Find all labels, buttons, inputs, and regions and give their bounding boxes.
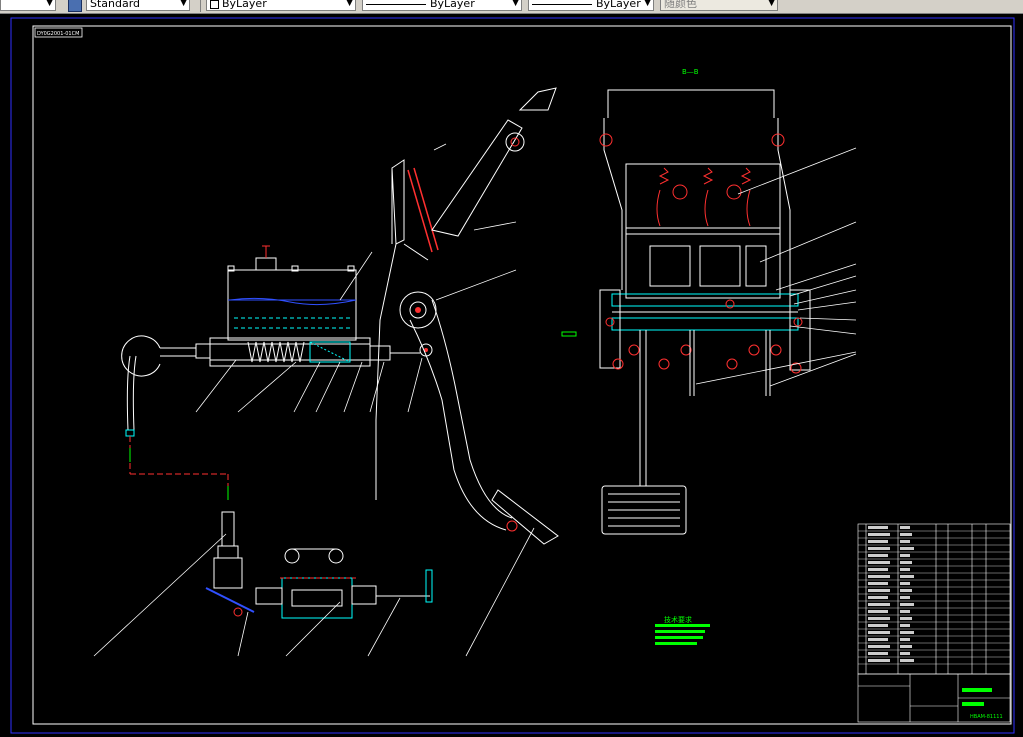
lineweight-sample bbox=[532, 3, 592, 5]
chevron-down-icon: ▼ bbox=[180, 0, 187, 8]
linetype-dropdown[interactable]: ByLayer ▼ bbox=[362, 0, 522, 11]
clutch-pedal bbox=[375, 87, 559, 545]
color-dropdown[interactable]: ByLayer ▼ bbox=[206, 0, 356, 11]
color-value: ByLayer bbox=[222, 0, 267, 10]
drawing-number: HBAM-81111 bbox=[970, 714, 1003, 720]
text-style-value: Standard bbox=[90, 0, 141, 10]
chevron-down-icon: ▼ bbox=[512, 0, 519, 8]
tech-req-title: 技术要求 bbox=[664, 615, 692, 624]
text-style-dropdown[interactable]: Standard ▼ bbox=[86, 0, 190, 11]
inner-frame bbox=[32, 25, 1012, 725]
outer-frame bbox=[10, 17, 1015, 734]
plot-style-dropdown[interactable]: 随颜色 ▼ bbox=[660, 0, 778, 11]
section-marker bbox=[561, 331, 577, 337]
leader-lines bbox=[93, 143, 857, 657]
text-style-arrow[interactable]: ▼ bbox=[0, 0, 56, 11]
title-tag-text: DY0G2001-01CM bbox=[37, 31, 79, 37]
properties-toolbar: ▼ Standard ▼ ByLayer ▼ ByLayer ▼ ByLayer… bbox=[0, 0, 1023, 14]
lineweight-dropdown[interactable]: ByLayer ▼ bbox=[528, 0, 654, 11]
toolbar-separator bbox=[200, 0, 201, 12]
hydraulic-line bbox=[129, 436, 229, 500]
title-block-text bbox=[962, 688, 992, 706]
section-view bbox=[599, 89, 811, 535]
plot-style-value: 随颜色 bbox=[664, 0, 697, 10]
chevron-down-icon: ▼ bbox=[768, 0, 775, 8]
text-style-icon[interactable] bbox=[68, 0, 82, 12]
color-swatch-icon bbox=[210, 0, 219, 9]
lineweight-value: ByLayer bbox=[596, 0, 641, 10]
chevron-down-icon: ▼ bbox=[644, 0, 651, 8]
linetype-value: ByLayer bbox=[430, 0, 475, 10]
tech-req-lines bbox=[655, 624, 710, 645]
drawing-canvas[interactable]: DY0G2001-01CM B—B 技术要求 HBAM-81111 bbox=[0, 14, 1023, 737]
linetype-sample bbox=[366, 3, 426, 5]
master-cylinder bbox=[121, 245, 433, 437]
chevron-down-icon: ▼ bbox=[346, 0, 353, 8]
section-label: B—B bbox=[682, 68, 699, 76]
